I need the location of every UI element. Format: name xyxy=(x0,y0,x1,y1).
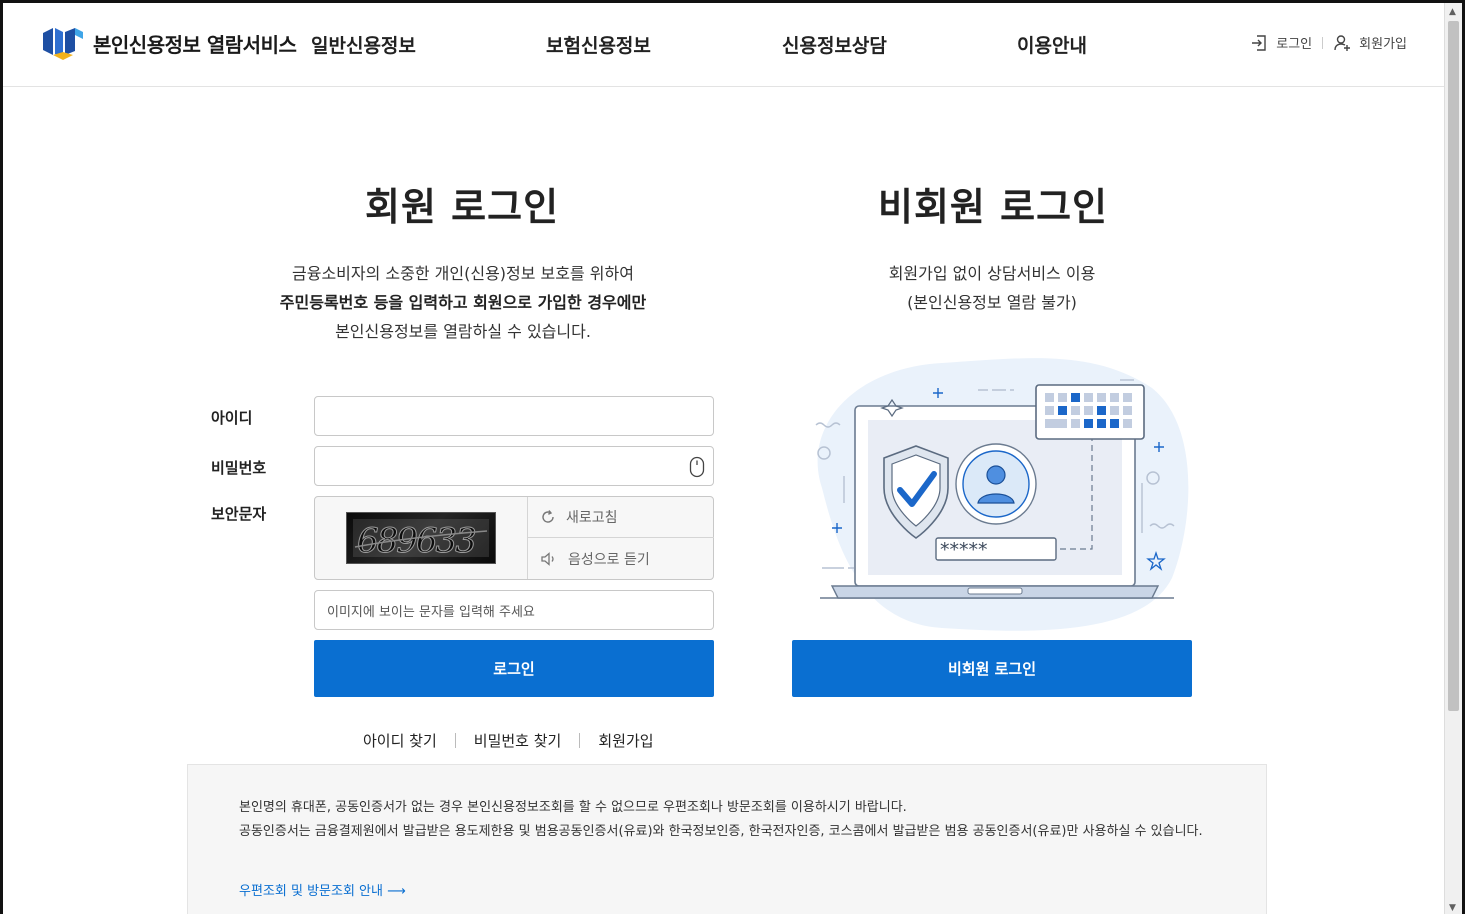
login-link[interactable]: 로그인 xyxy=(1250,33,1312,52)
nav-usage-guide[interactable]: 이용안내 xyxy=(1017,31,1087,58)
guest-desc-line2: (본인신용정보 열람 불가) xyxy=(907,293,1077,312)
member-desc-line2: 주민등록번호 등을 입력하고 회원으로 가입한 경우에만 xyxy=(279,293,647,312)
site-header: 본인신용정보 열람서비스 일반신용정보 보험신용정보 신용정보상담 이용안내 로… xyxy=(3,3,1447,87)
member-login-title: 회원 로그인 xyxy=(365,185,560,229)
notice-line1: 본인명의 휴대폰, 공동인증서가 없는 경우 본인신용정보조회를 할 수 없으므… xyxy=(239,800,907,815)
find-id-link[interactable]: 아이디 찾기 xyxy=(363,730,437,751)
captcha-refresh-button[interactable]: 새로고침 xyxy=(528,497,714,538)
guest-login-title: 비회원 로그인 xyxy=(878,185,1108,229)
refresh-icon xyxy=(542,510,554,523)
guest-login-button[interactable]: 비회원 로그인 xyxy=(792,640,1192,697)
captcha-refresh-label: 새로고침 xyxy=(566,510,618,526)
link-divider xyxy=(579,733,581,748)
member-desc-line3: 본인신용정보를 열람하실 수 있습니다. xyxy=(335,322,591,341)
login-icon xyxy=(1252,34,1266,51)
security-login-illustration: ***** xyxy=(815,358,1189,631)
captcha-label: 보안문자 xyxy=(211,505,267,523)
site-logo[interactable]: 본인신용정보 열람서비스 xyxy=(41,25,297,61)
scroll-down-arrow-icon[interactable]: ▼ xyxy=(1449,903,1456,913)
user-add-icon xyxy=(1334,34,1351,51)
notice-line2: 공동인증서는 금융결제원에서 발급받은 용도제한용 및 범용공동인증서(유료)와… xyxy=(239,824,1203,839)
util-divider xyxy=(1322,36,1324,49)
signup-bottom-link[interactable]: 회원가입 xyxy=(598,730,653,751)
mouse-keyboard-icon[interactable] xyxy=(689,456,705,478)
scroll-up-arrow-icon[interactable]: ▲ xyxy=(1449,7,1456,17)
scroll-thumb[interactable] xyxy=(1448,21,1459,711)
signup-link-label: 회원가입 xyxy=(1359,37,1407,52)
vertical-scrollbar[interactable]: ▲ ▼ xyxy=(1444,3,1462,914)
guest-login-description: 회원가입 없이 상담서비스 이용 (본인신용정보 열람 불가) xyxy=(792,259,1192,317)
guest-desc-line1: 회원가입 없이 상담서비스 이용 xyxy=(888,264,1096,283)
member-login-description: 금융소비자의 소중한 개인(신용)정보 보호를 위하여 주민등록번호 등을 입력… xyxy=(213,259,713,346)
id-input[interactable] xyxy=(314,396,714,436)
password-input[interactable] xyxy=(314,446,714,486)
captcha-noise-line xyxy=(354,530,488,548)
notice-box: 본인명의 휴대폰, 공동인증서가 없는 경우 본인신용정보조회를 할 수 없으므… xyxy=(187,764,1267,914)
account-links: 아이디 찾기 비밀번호 찾기 회원가입 xyxy=(363,730,654,751)
find-password-link[interactable]: 비밀번호 찾기 xyxy=(474,730,562,751)
captcha-box: 689633 새로고침 음성으로 듣기 xyxy=(314,496,714,580)
login-link-label: 로그인 xyxy=(1276,37,1313,52)
speaker-icon xyxy=(541,551,554,566)
nav-credit-consult[interactable]: 신용정보상담 xyxy=(782,31,887,58)
captcha-image: 689633 xyxy=(346,512,496,564)
member-login-button[interactable]: 로그인 xyxy=(314,640,714,697)
captcha-audio-label: 음성으로 듣기 xyxy=(568,551,650,568)
logo-text: 본인신용정보 열람서비스 xyxy=(93,32,297,57)
logo-icon xyxy=(43,28,83,60)
member-desc-line1: 금융소비자의 소중한 개인(신용)정보 보호를 위하여 xyxy=(292,264,634,283)
captcha-input[interactable]: 이미지에 보이는 문자를 입력해 주세요 xyxy=(314,590,714,630)
browser-page: 본인신용정보 열람서비스 일반신용정보 보험신용정보 신용정보상담 이용안내 로… xyxy=(0,0,1465,914)
mail-visit-guide-link[interactable]: 우편조회 및 방문조회 안내 ⟶ xyxy=(239,880,406,899)
link-divider xyxy=(454,733,456,748)
nav-general-credit[interactable]: 일반신용정보 xyxy=(311,31,416,58)
captcha-audio-button[interactable]: 음성으로 듣기 xyxy=(528,538,714,579)
signup-link[interactable]: 회원가입 xyxy=(1333,33,1407,52)
id-label: 아이디 xyxy=(211,409,253,427)
utility-menu: 로그인 회원가입 xyxy=(1250,33,1407,52)
nav-insurance-credit[interactable]: 보험신용정보 xyxy=(546,31,651,58)
captcha-controls: 새로고침 음성으로 듣기 xyxy=(527,497,714,579)
password-label: 비밀번호 xyxy=(211,459,267,477)
password-mask-text: ***** xyxy=(940,539,988,561)
